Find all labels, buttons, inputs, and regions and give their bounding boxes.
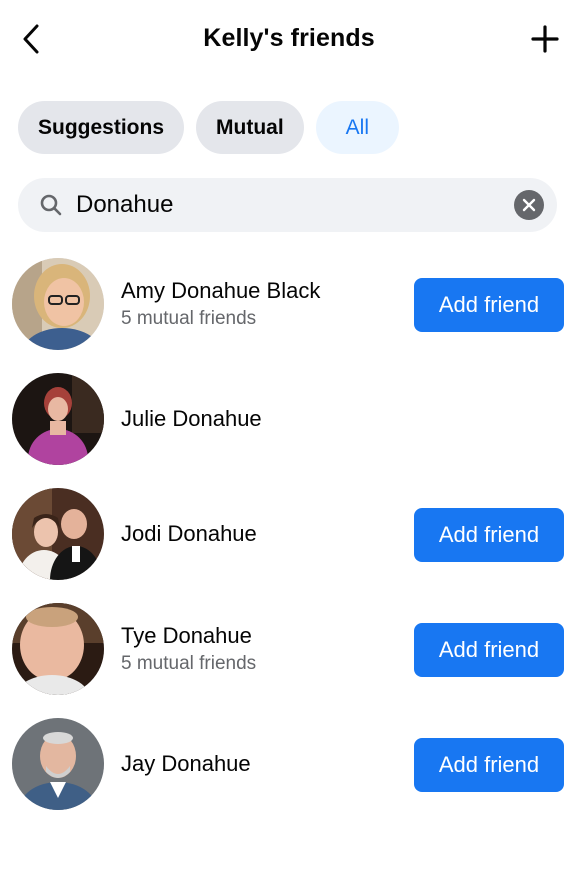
friend-name[interactable]: Jodi Donahue: [121, 521, 257, 547]
friend-row[interactable]: Jodi Donahue Add friend: [0, 484, 578, 584]
filter-tabs: Suggestions Mutual All: [18, 101, 400, 154]
friend-name[interactable]: Amy Donahue Black: [121, 278, 320, 304]
search-input[interactable]: [76, 178, 496, 232]
tab-all[interactable]: All: [315, 101, 400, 154]
friend-row[interactable]: Julie Donahue: [0, 369, 578, 469]
add-friend-button[interactable]: Add friend: [414, 278, 564, 332]
avatar[interactable]: [12, 603, 104, 695]
clear-icon: [522, 198, 536, 212]
search-bar: [18, 178, 557, 232]
avatar[interactable]: [12, 258, 104, 350]
avatar[interactable]: [12, 488, 104, 580]
clear-search-button[interactable]: [514, 190, 544, 220]
friend-info: Jay Donahue: [121, 714, 251, 814]
add-button[interactable]: [528, 22, 562, 56]
friend-row[interactable]: Jay Donahue Add friend: [0, 714, 578, 814]
friend-info: Julie Donahue: [121, 369, 262, 469]
add-friend-button[interactable]: Add friend: [414, 508, 564, 562]
friend-name[interactable]: Tye Donahue: [121, 623, 256, 649]
friend-name[interactable]: Jay Donahue: [121, 751, 251, 777]
header: Kelly's friends: [0, 0, 578, 78]
mutual-friends-count: 5 mutual friends: [121, 653, 257, 674]
friends-screen: Kelly's friends Suggestions Mutual All D…: [0, 0, 578, 888]
avatar[interactable]: [12, 373, 104, 465]
tab-suggestions[interactable]: Suggestions: [18, 101, 185, 154]
add-friend-button[interactable]: Add friend: [414, 738, 564, 792]
tab-mutual[interactable]: Mutual: [196, 101, 304, 154]
friend-row[interactable]: Tye Donahue 5 mutual friends Add friend: [0, 599, 578, 699]
friend-info: Tye Donahue 5 mutual friends: [121, 599, 256, 699]
plus-icon: [531, 25, 559, 53]
friend-info: Amy Donahue Black 5 mutual friends: [121, 254, 320, 354]
page-title: Kelly's friends: [203, 24, 375, 52]
add-friend-button[interactable]: Add friend: [414, 623, 564, 677]
search-icon: [40, 194, 62, 216]
friend-info: Jodi Donahue: [121, 484, 257, 584]
avatar[interactable]: [12, 718, 104, 810]
friend-row[interactable]: Amy Donahue Black 5 mutual friends Add f…: [0, 254, 578, 354]
mutual-friends-count: 5 mutual friends: [121, 308, 257, 329]
friend-name[interactable]: Julie Donahue: [121, 406, 262, 432]
